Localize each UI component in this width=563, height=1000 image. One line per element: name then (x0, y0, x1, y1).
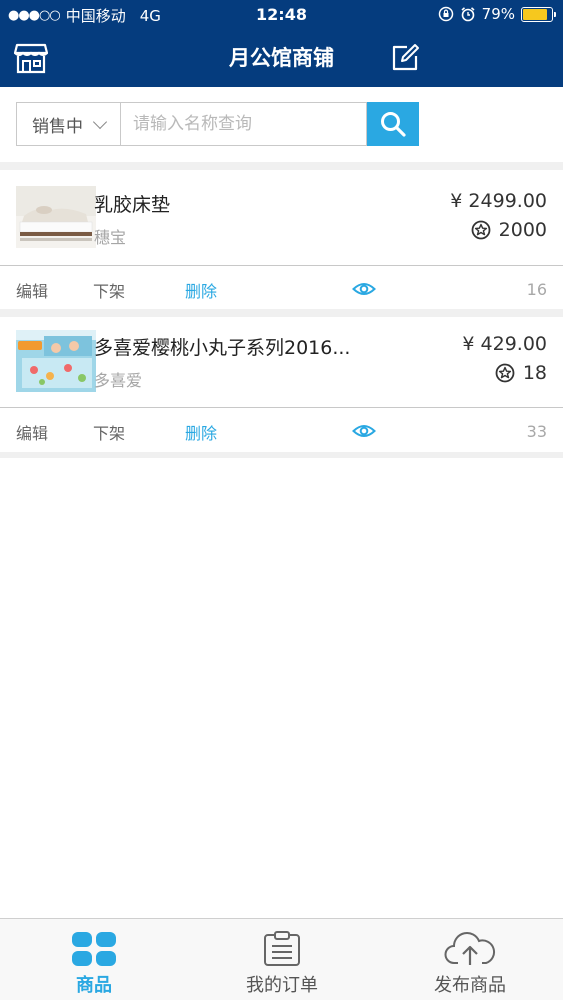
chevron-down-icon (92, 114, 108, 129)
section-separator (0, 162, 563, 170)
delete-button[interactable]: 删除 (185, 420, 217, 444)
edit-button[interactable]: 编辑 (16, 278, 48, 302)
clipboard-icon (264, 931, 300, 966)
product-name: 多喜爱樱桃小丸子系列2016... (94, 337, 351, 359)
product-brand: 多喜爱 (94, 371, 143, 390)
search-icon (381, 112, 406, 137)
product-image-mattress[interactable] (16, 186, 96, 248)
tab-my-orders-label: 我的订单 (246, 975, 318, 996)
tab-publish-product-label: 发布商品 (434, 975, 506, 996)
edit-icon[interactable] (390, 43, 420, 73)
rotation-lock-icon (438, 6, 453, 22)
page-title: 月公馆商铺 (229, 46, 334, 70)
battery-percent: 79% (481, 5, 515, 23)
product-card[interactable]: 多喜爱樱桃小丸子系列2016... 多喜爱 ¥ 429.00 18 编辑 下架 … (0, 317, 563, 452)
view-count: 16 (526, 280, 547, 299)
product-name: 乳胶床垫 (94, 194, 171, 216)
search-bar: 销售中 (16, 102, 419, 146)
cloud-upload-icon (444, 932, 496, 965)
edit-button[interactable]: 编辑 (16, 420, 48, 444)
product-card[interactable]: 乳胶床垫 穗宝 ¥ 2499.00 2000 编辑 下架 删除 16 (0, 170, 563, 310)
section-separator (0, 452, 563, 458)
status-filter-select[interactable]: 销售中 (16, 102, 120, 146)
points-icon (471, 220, 491, 240)
eye-icon (352, 425, 376, 437)
points-value: 2000 (498, 219, 547, 241)
take-offline-button[interactable]: 下架 (93, 420, 125, 444)
app-header: ●●●○○ 中国移动 4G 12:48 79% 月公馆商铺 (0, 0, 563, 87)
card-divider (0, 407, 563, 408)
card-divider (0, 265, 563, 266)
product-price: ¥ 2499.00 (450, 190, 547, 212)
view-count: 33 (526, 422, 547, 441)
search-input[interactable] (120, 102, 367, 146)
product-actions: 编辑 下架 删除 33 (0, 409, 563, 451)
product-points: 18 (495, 362, 547, 384)
search-button[interactable] (367, 102, 419, 146)
product-brand: 穗宝 (94, 228, 127, 247)
product-image-bedding[interactable] (16, 330, 96, 392)
delete-button[interactable]: 删除 (185, 278, 217, 302)
tab-products-label: 商品 (76, 975, 112, 996)
take-offline-button[interactable]: 下架 (93, 278, 125, 302)
bottom-tab-bar: 商品 我的订单 发布商品 (0, 918, 563, 1000)
status-filter-value: 销售中 (32, 116, 83, 137)
points-icon (495, 363, 515, 383)
tab-my-orders[interactable]: 我的订单 (188, 919, 376, 1000)
status-bar: ●●●○○ 中国移动 4G 12:48 79% (0, 0, 563, 30)
grid-icon (72, 932, 116, 966)
battery-icon (521, 6, 556, 22)
tab-publish-product[interactable]: 发布商品 (376, 919, 563, 1000)
tab-products[interactable]: 商品 (0, 919, 188, 1000)
status-right: 79% (438, 5, 556, 23)
alarm-icon (461, 7, 475, 22)
product-points: 2000 (471, 219, 547, 241)
product-price: ¥ 429.00 (462, 333, 547, 355)
section-separator (0, 309, 563, 317)
eye-icon (352, 283, 376, 295)
points-value: 18 (522, 362, 547, 384)
battery-level (523, 8, 547, 20)
product-actions: 编辑 下架 删除 16 (0, 267, 563, 309)
